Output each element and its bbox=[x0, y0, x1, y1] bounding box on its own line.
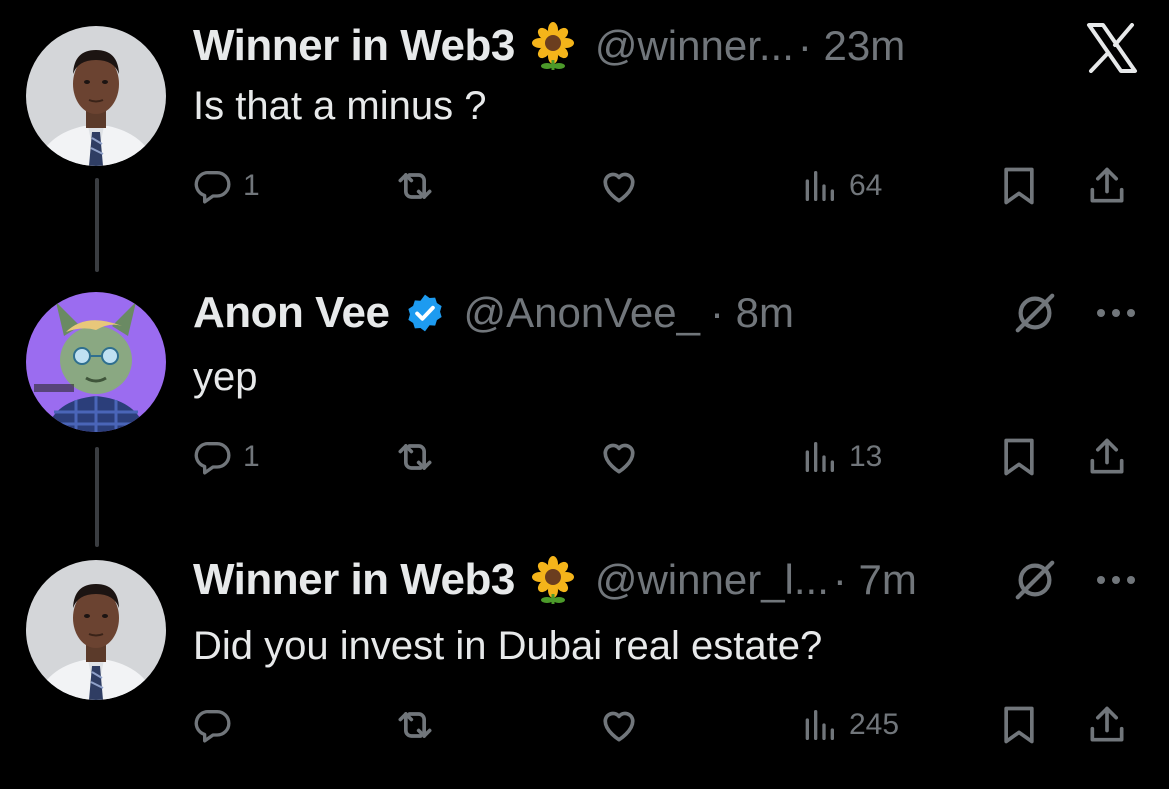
tweet-actions: 1 64 bbox=[193, 156, 1143, 216]
more-icon[interactable] bbox=[1094, 285, 1138, 341]
views-button[interactable]: 64 bbox=[799, 156, 882, 216]
like-icon bbox=[603, 443, 635, 474]
x-logo-icon[interactable] bbox=[1086, 20, 1138, 76]
reply-count: 1 bbox=[243, 169, 260, 202]
tweet[interactable]: Winner in Web3 @winner_l... · 7m Did you… bbox=[0, 552, 1169, 772]
view-count: 64 bbox=[849, 169, 883, 202]
tweet-header: Winner in Web3 @winner_l... · 7m bbox=[193, 552, 917, 608]
like-button[interactable] bbox=[597, 156, 641, 216]
repost-button[interactable] bbox=[393, 156, 437, 216]
tweet-text: yep bbox=[193, 355, 258, 399]
bookmark-button[interactable] bbox=[997, 156, 1041, 216]
reply-icon bbox=[194, 441, 231, 475]
author-name[interactable]: Winner in Web3 bbox=[193, 555, 515, 605]
author-handle[interactable]: @winner... bbox=[595, 22, 794, 70]
views-icon bbox=[805, 171, 834, 201]
repost-icon bbox=[398, 173, 432, 199]
like-icon bbox=[603, 172, 635, 203]
sunflower-icon bbox=[529, 22, 577, 70]
more-icon[interactable] bbox=[1094, 552, 1138, 608]
reply-button[interactable] bbox=[193, 695, 243, 755]
tweet[interactable]: Anon Vee @AnonVee_ · 8m yep 1 13 bbox=[0, 285, 1169, 485]
reply-button[interactable]: 1 bbox=[193, 156, 260, 216]
share-icon bbox=[1090, 438, 1124, 474]
timestamp[interactable]: · 7m bbox=[833, 556, 917, 604]
bookmark-icon bbox=[1004, 167, 1034, 205]
repost-icon bbox=[398, 712, 432, 738]
author-name[interactable]: Anon Vee bbox=[193, 288, 390, 338]
timestamp[interactable]: · 23m bbox=[798, 22, 905, 70]
tweet[interactable]: Winner in Web3 @winner... · 23m Is that … bbox=[0, 18, 1169, 218]
share-icon bbox=[1090, 167, 1124, 203]
reply-button[interactable]: 1 bbox=[193, 427, 260, 487]
reply-icon bbox=[194, 709, 231, 743]
share-icon bbox=[1090, 706, 1124, 742]
tweet-header: Anon Vee @AnonVee_ · 8m bbox=[193, 285, 794, 341]
timestamp[interactable]: · 8m bbox=[710, 289, 794, 337]
views-icon bbox=[805, 442, 834, 472]
like-button[interactable] bbox=[597, 427, 641, 487]
author-handle[interactable]: @AnonVee_ bbox=[464, 289, 701, 337]
author-handle[interactable]: @winner_l... bbox=[595, 556, 829, 604]
reply-count: 1 bbox=[243, 440, 260, 473]
author-name[interactable]: Winner in Web3 bbox=[193, 21, 515, 71]
reply-icon bbox=[194, 170, 231, 204]
share-button[interactable] bbox=[1085, 156, 1129, 216]
tweet-actions: 245 bbox=[193, 695, 1143, 755]
avatar[interactable] bbox=[26, 292, 166, 432]
tweet-header: Winner in Web3 @winner... · 23m bbox=[193, 18, 905, 74]
verified-badge-icon bbox=[404, 292, 446, 334]
bookmark-button[interactable] bbox=[997, 695, 1041, 755]
view-count: 13 bbox=[849, 440, 883, 473]
share-button[interactable] bbox=[1085, 427, 1129, 487]
bookmark-icon bbox=[1004, 438, 1034, 476]
repost-icon bbox=[398, 444, 432, 470]
like-icon bbox=[603, 711, 635, 742]
like-button[interactable] bbox=[597, 695, 641, 755]
share-button[interactable] bbox=[1085, 695, 1129, 755]
views-icon bbox=[805, 710, 834, 740]
repost-button[interactable] bbox=[393, 695, 437, 755]
avatar[interactable] bbox=[26, 560, 166, 700]
tweet-text: Did you invest in Dubai real estate? bbox=[193, 624, 823, 668]
views-button[interactable]: 245 bbox=[799, 695, 899, 755]
bookmark-button[interactable] bbox=[997, 427, 1041, 487]
view-count: 245 bbox=[849, 708, 900, 741]
avatar[interactable] bbox=[26, 26, 166, 166]
views-button[interactable]: 13 bbox=[799, 427, 882, 487]
tweet-actions: 1 13 bbox=[193, 427, 1143, 487]
sunflower-icon bbox=[529, 556, 577, 604]
bookmark-icon bbox=[1004, 706, 1034, 744]
tweet-text: Is that a minus ? bbox=[193, 84, 487, 128]
repost-button[interactable] bbox=[393, 427, 437, 487]
grok-icon[interactable] bbox=[1012, 552, 1058, 608]
grok-icon[interactable] bbox=[1012, 285, 1058, 341]
